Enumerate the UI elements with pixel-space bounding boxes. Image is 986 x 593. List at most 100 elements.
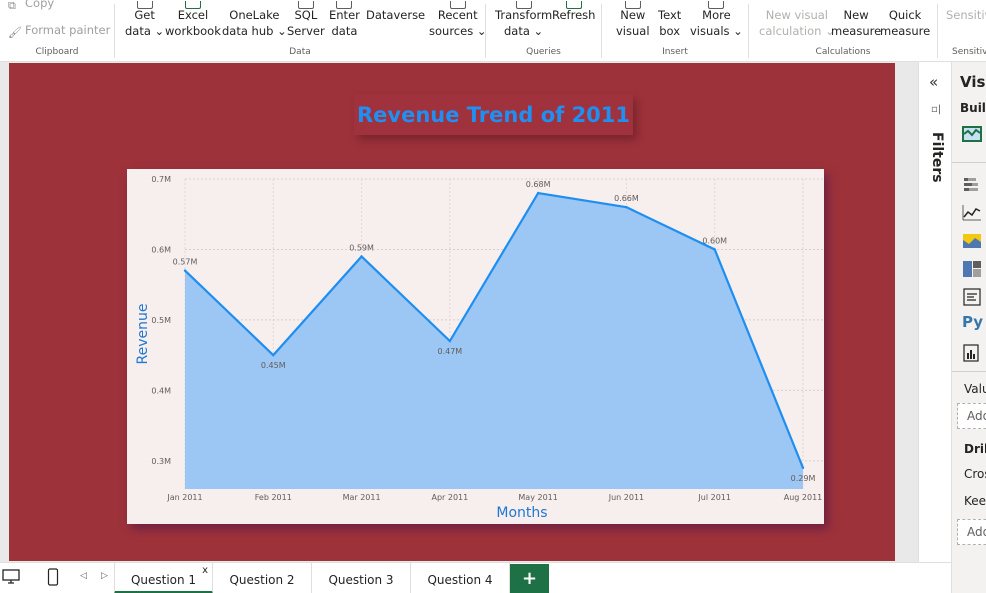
sql-server-button[interactable]: SQL Server	[287, 1, 325, 39]
y-tick-label: 0.6M	[151, 245, 171, 254]
excel-workbook-button[interactable]: Excel workbook	[165, 1, 221, 39]
new-visual-button[interactable]: New visual	[616, 1, 650, 39]
data-label: 0.45M	[261, 361, 286, 370]
tab-question-1[interactable]: Question 1 x	[114, 563, 213, 593]
format-painter-button[interactable]: 🖌 Format painter	[8, 23, 110, 39]
sensitivity-group-label: Sensitivi	[952, 47, 986, 57]
queries-group-label: Queries	[526, 47, 561, 57]
mobile-view-icon[interactable]	[47, 568, 59, 586]
data-point	[713, 248, 716, 251]
add-data-fields-box[interactable]: Add	[957, 403, 986, 429]
previous-page-icon[interactable]: ◁	[80, 571, 87, 581]
refresh-icon	[565, 1, 582, 9]
y-tick-label: 0.5M	[151, 316, 171, 325]
line-chart-icon[interactable]	[962, 204, 982, 222]
add-page-button[interactable]: +	[510, 564, 549, 593]
y-axis-title: Revenue	[135, 304, 151, 365]
excel-icon	[184, 1, 201, 9]
calculations-group: New visual calculation ⌄ New measure Quick…	[749, 0, 937, 61]
sql-server-icon	[297, 1, 314, 9]
refresh-button[interactable]: Refresh	[552, 1, 595, 23]
selected-visual-icon[interactable]	[962, 125, 982, 143]
filters-pane: « ▫| Filters	[918, 62, 951, 562]
x-tick-label: Jun 2011	[608, 493, 644, 502]
new-visual-icon	[624, 1, 641, 9]
ribbon: ⧉ Copy 🖌 Format painter Clipboard Get data …	[0, 0, 986, 62]
tab-question-4[interactable]: Question 4	[411, 563, 510, 593]
area-chart-visual[interactable]: 0.3M 0.4M 0.5M 0.6M 0.7M 0.57M 0.45M 0.59M 0.47M…	[127, 169, 824, 524]
transform-icon	[515, 1, 532, 9]
dataverse-button[interactable]: Dataverse	[366, 7, 425, 23]
stacked-bar-chart-icon[interactable]	[962, 176, 982, 194]
database-icon	[136, 1, 153, 9]
insert-group: New visual Text box More visuals ⌄ Insert	[602, 0, 748, 61]
pane-divider	[952, 162, 986, 163]
collapse-pane-icon[interactable]: «	[929, 73, 938, 91]
text-box-button[interactable]: Text box	[658, 7, 681, 39]
x-tick-label: Apr 2011	[431, 493, 468, 502]
queries-group: Transform data ⌄ Refresh Queries	[486, 0, 601, 61]
data-group: Get data ⌄ Excel workbook OneLake data hub …	[115, 0, 486, 61]
data-point	[183, 269, 187, 272]
data-label: 0.68M	[526, 180, 551, 189]
new-visual-calculation-button[interactable]: New visual calculation ⌄	[759, 7, 835, 39]
drill-through-label: Drill	[964, 442, 986, 456]
area-chart-svg: 0.3M 0.4M 0.5M 0.6M 0.7M 0.57M 0.45M 0.59M 0.47M…	[135, 175, 823, 521]
values-well-label: Valu	[964, 382, 986, 396]
filter-icon: ▫|	[931, 104, 942, 115]
data-label: 0.66M	[614, 194, 639, 203]
more-visuals-button[interactable]: More visuals ⌄	[690, 1, 743, 39]
treemap-icon[interactable]	[962, 260, 982, 278]
data-label: 0.47M	[437, 347, 462, 356]
report-title: Revenue Trend of 2011	[356, 102, 631, 127]
data-label: 0.57M	[173, 258, 198, 267]
tab-question-3[interactable]: Question 3	[312, 563, 411, 593]
sensitivity-button[interactable]: Sensitivi	[946, 7, 986, 23]
transform-data-button[interactable]: Transform data ⌄	[495, 1, 552, 39]
add-drillthrough-fields-box[interactable]: Add	[957, 519, 986, 545]
visualizations-title: Visu	[960, 73, 986, 91]
x-tick-label: Jan 2011	[166, 493, 202, 502]
data-point	[360, 255, 363, 258]
paginated-report-icon[interactable]	[962, 344, 982, 362]
onelake-data-hub-button[interactable]: OneLake data hub ⌄	[222, 7, 287, 39]
y-tick-label: 0.4M	[151, 386, 171, 395]
recent-sources-button[interactable]: Recent sources ⌄	[429, 1, 486, 39]
x-tick-label: Feb 2011	[255, 493, 292, 502]
table-icon	[336, 1, 353, 9]
ribbon-chart-icon[interactable]	[962, 232, 982, 250]
card-visual-icon[interactable]	[962, 288, 982, 306]
clipboard-group: ⧉ Copy 🖌 Format painter Clipboard	[0, 0, 114, 61]
data-group-label: Data	[289, 47, 311, 57]
x-tick-label: Jul 2011	[697, 493, 731, 502]
data-point	[801, 466, 805, 470]
report-title-box[interactable]: Revenue Trend of 2011	[354, 94, 633, 135]
data-point	[448, 339, 452, 343]
pane-divider	[952, 371, 986, 372]
sensitivity-group: Sensitivi Sensitivi	[938, 0, 986, 61]
next-page-icon[interactable]: ▷	[101, 571, 108, 581]
visualizations-pane: Visu Build Py Valu Add Drill Cros Keep A…	[951, 62, 986, 593]
get-data-button[interactable]: Get data ⌄	[125, 1, 164, 39]
build-visual-label[interactable]: Build	[960, 101, 986, 115]
clipboard-group-label: Clipboard	[35, 47, 79, 57]
new-measure-button[interactable]: New measure	[831, 7, 881, 39]
filters-pane-label[interactable]: Filters	[929, 132, 945, 183]
copy-button[interactable]: ⧉ Copy	[8, 0, 54, 12]
python-visual-icon[interactable]: Py	[962, 313, 983, 331]
data-point	[625, 205, 628, 209]
keep-all-filters-label: Keep	[964, 494, 986, 508]
tab-question-2[interactable]: Question 2	[213, 563, 312, 593]
quick-measure-button[interactable]: Quick measure	[880, 7, 930, 39]
desktop-view-icon[interactable]	[2, 569, 20, 585]
format-painter-icon: 🖌	[8, 26, 22, 39]
data-point	[536, 191, 540, 195]
recent-sources-icon	[449, 1, 466, 9]
copy-icon: ⧉	[8, 0, 16, 12]
page-tab-bar: ◁ ▷ Question 1 x Question 2 Question 3 Q…	[0, 562, 951, 593]
y-tick-label: 0.3M	[151, 457, 171, 466]
enter-data-button[interactable]: Enter data	[329, 1, 360, 39]
data-label: 0.60M	[702, 236, 727, 245]
close-tab-icon[interactable]: x	[202, 565, 208, 576]
x-tick-label: May 2011	[518, 493, 557, 502]
